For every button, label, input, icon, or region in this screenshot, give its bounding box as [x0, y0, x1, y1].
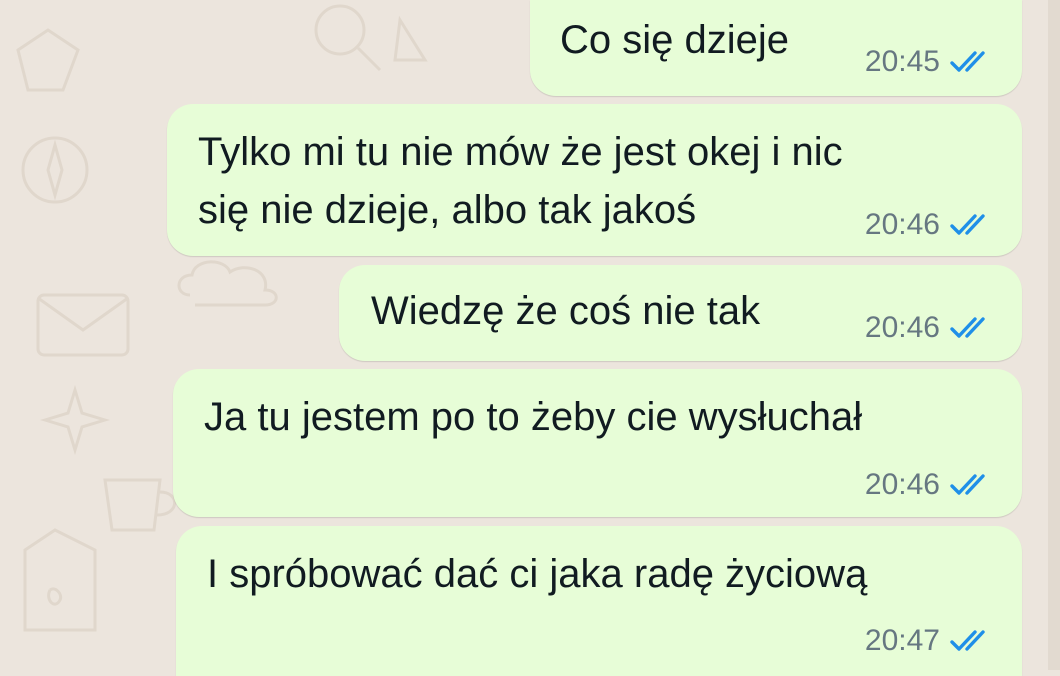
wallpaper-doodle-icon [16, 28, 80, 92]
magnifier-doodle-icon [314, 4, 428, 72]
message-text: Ja tu jestem po to żeby cie wysłuchał [204, 395, 863, 439]
message-text: Co się dzieje [560, 18, 790, 62]
message-meta: 20:46 [865, 208, 996, 242]
message-time: 20:46 [864, 468, 940, 501]
message-bubble[interactable]: I spróbować dać ci jaka radę życiową 20:… [176, 526, 1022, 676]
scroll-edge [1048, 0, 1060, 670]
message-text: Wiedzę że coś nie tak [371, 289, 761, 333]
message-bubble[interactable]: Ja tu jestem po to żeby cie wysłuchał 20… [173, 369, 1022, 517]
message-text-line-1: Tylko mi tu nie mów że jest okej i nic [198, 130, 843, 174]
double-check-read-icon [950, 474, 985, 495]
message-meta: 20:46 [865, 468, 996, 502]
message-bubble[interactable]: Tylko mi tu nie mów że jest okej i nic s… [167, 104, 1022, 256]
message-time: 20:46 [864, 311, 940, 344]
message-time: 20:46 [864, 208, 940, 241]
message-time: 20:45 [864, 45, 940, 78]
compass-doodle-icon [21, 136, 89, 204]
message-text-line-2: się nie dzieje, albo tak jakoś [198, 188, 697, 232]
cloud-doodle-icon [177, 260, 278, 307]
double-check-read-icon [950, 214, 985, 235]
message-meta: 20:47 [865, 624, 996, 658]
message-text: I spróbować dać ci jaka radę życiową [207, 552, 868, 596]
envelope-doodle-icon [36, 293, 130, 357]
double-check-read-icon [950, 630, 985, 651]
message-meta: 20:45 [865, 45, 996, 79]
message-meta: 20:46 [865, 311, 996, 345]
sparkle-doodle-icon [40, 385, 110, 455]
double-check-read-icon [950, 51, 985, 72]
message-bubble[interactable]: Wiedzę że coś nie tak 20:46 [339, 265, 1022, 361]
double-check-read-icon [950, 317, 985, 338]
message-time: 20:47 [864, 624, 940, 657]
message-bubble[interactable]: Co się dzieje 20:45 [530, 0, 1022, 96]
